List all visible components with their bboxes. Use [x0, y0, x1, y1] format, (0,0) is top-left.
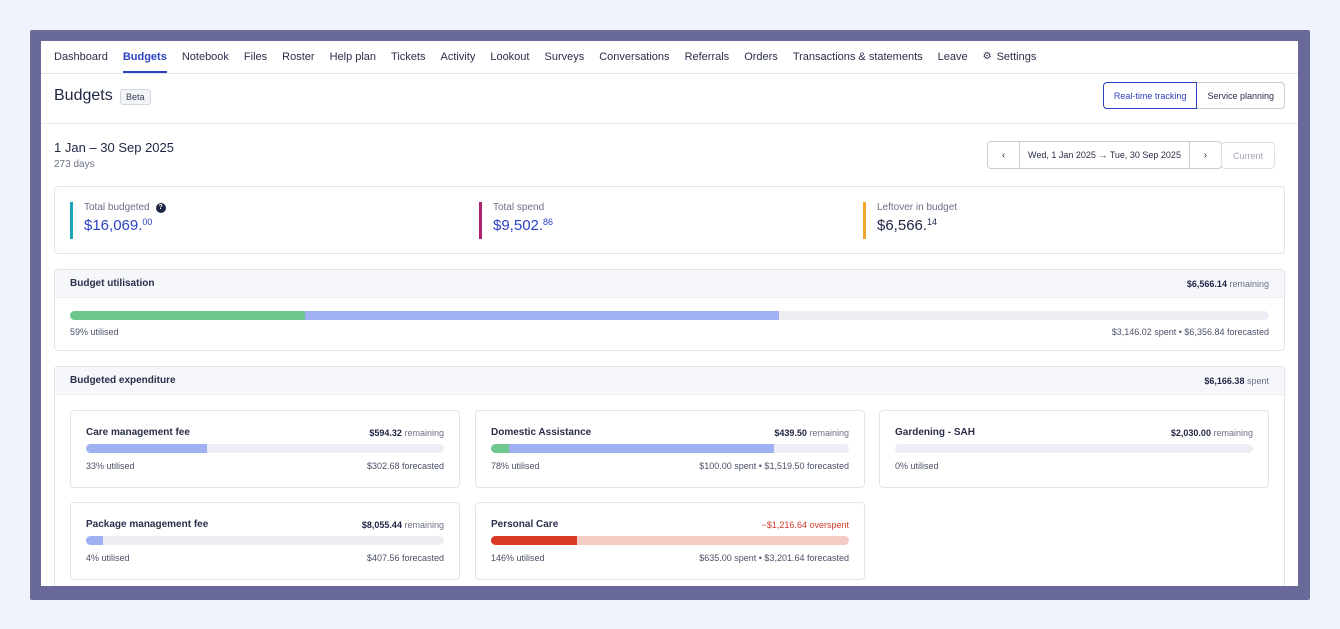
card-progress-bar — [491, 536, 849, 545]
budget-card[interactable]: Package management fee $8,055.44 remaini… — [70, 502, 460, 580]
page-header: Budgets Beta Real-time tracking Service … — [41, 74, 1298, 124]
total-budgeted-label: Total budgeted — [84, 202, 150, 213]
nav-files[interactable]: Files — [244, 41, 267, 73]
utilisation-percent: 59% utilised — [70, 327, 119, 337]
card-name: Gardening - SAH — [895, 427, 976, 438]
budget-utilisation-panel: Budget utilisation $6,566.14 remaining 5… — [54, 269, 1285, 351]
nav-budgets[interactable]: Budgets — [122, 41, 167, 73]
total-spend-label: Total spend — [493, 202, 545, 213]
period-heading: 1 Jan – 30 Sep 2025 273 days — [54, 140, 174, 170]
card-utilised: 4% utilised — [86, 553, 130, 563]
budgeted-expenditure-panel: Budgeted expenditure $6,166.38 spent Car… — [54, 366, 1285, 586]
total-spend-value: $9,502.86 — [493, 217, 554, 234]
card-name: Care management fee — [86, 427, 190, 438]
page-title: Budgets — [54, 87, 113, 104]
card-name: Package management fee — [86, 519, 209, 530]
utilisation-forecast-fill — [305, 311, 779, 320]
utilisation-spent-fill — [70, 311, 305, 320]
budget-card[interactable]: Gardening - SAH $2,030.00 remaining 0% u… — [879, 410, 1269, 488]
utilisation-title: Budget utilisation — [70, 278, 155, 289]
card-name: Domestic Assistance — [491, 427, 592, 438]
nav-roster[interactable]: Roster — [282, 41, 314, 73]
period-days: 273 days — [54, 159, 95, 170]
card-detail: $302.68 forecasted — [366, 461, 444, 471]
card-detail: $407.56 forecasted — [366, 553, 444, 563]
next-period-button[interactable]: › — [1190, 142, 1221, 168]
date-range-picker: ‹ Wed, 1 Jan 2025 → Tue, 30 Sep 2025 › — [987, 141, 1222, 169]
leftover-label: Leftover in budget — [877, 202, 958, 213]
nav-orders[interactable]: Orders — [744, 41, 778, 73]
nav-leave[interactable]: Leave — [938, 41, 968, 73]
nav-settings-label: Settings — [996, 50, 1037, 63]
service-planning-button[interactable]: Service planning — [1197, 82, 1285, 109]
prev-period-button[interactable]: ‹ — [988, 142, 1019, 168]
total-budgeted-value: $16,069.00 — [84, 217, 153, 234]
beta-badge: Beta — [120, 89, 151, 105]
utilisation-bar — [70, 311, 1269, 320]
chevron-left-icon: ‹ — [1001, 149, 1006, 161]
total-budgeted-stat: Total budgeted ? $16,069.00 — [70, 202, 166, 239]
card-amount: $594.32 remaining — [369, 428, 444, 438]
nav-notebook[interactable]: Notebook — [182, 41, 229, 73]
card-progress-bar — [86, 536, 444, 545]
expenditure-title: Budgeted expenditure — [70, 375, 176, 386]
date-range-label[interactable]: Wed, 1 Jan 2025 → Tue, 30 Sep 2025 — [1019, 142, 1190, 168]
help-icon[interactable]: ? — [155, 202, 166, 213]
nav-dashboard[interactable]: Dashboard — [54, 41, 108, 73]
card-utilised: 33% utilised — [86, 461, 135, 471]
nav-surveys[interactable]: Surveys — [544, 41, 584, 73]
utilisation-detail: $3,146.02 spent • $6,356.84 forecasted — [1111, 327, 1269, 337]
budget-summary: Total budgeted ? $16,069.00 Total spend … — [54, 186, 1285, 254]
nav-settings[interactable]: ⚙ Settings — [983, 41, 1037, 73]
card-utilised: 0% utilised — [895, 461, 939, 471]
gear-icon: ⚙ — [982, 51, 992, 62]
card-utilised: 146% utilised — [491, 553, 545, 563]
current-period-button[interactable]: Current — [1221, 142, 1275, 169]
budget-card[interactable]: Care management fee $594.32 remaining 33… — [70, 410, 460, 488]
card-detail: $100.00 spent • $1,519.50 forecasted — [699, 461, 849, 471]
utilisation-remaining: $6,566.14 remaining — [1186, 278, 1269, 289]
nav-lookout[interactable]: Lookout — [490, 41, 529, 73]
card-amount: −$1,216.64 overspent — [761, 520, 849, 530]
realtime-tracking-button[interactable]: Real-time tracking — [1102, 82, 1198, 109]
card-amount: $439.50 remaining — [774, 428, 849, 438]
total-spend-stat: Total spend $9,502.86 — [479, 202, 553, 239]
card-detail: $635.00 spent • $3,201.64 forecasted — [699, 553, 849, 563]
budget-card[interactable]: Personal Care −$1,216.64 overspent 146% … — [475, 502, 865, 580]
nav-transactions[interactable]: Transactions & statements — [793, 41, 923, 73]
card-name: Personal Care — [491, 519, 559, 530]
expenditure-spent: $6,166.38 spent — [1204, 375, 1269, 386]
card-progress-bar — [895, 444, 1253, 453]
nav-tickets[interactable]: Tickets — [391, 41, 425, 73]
nav-activity[interactable]: Activity — [440, 41, 475, 73]
card-progress-bar — [86, 444, 444, 453]
view-toggle: Real-time tracking Service planning — [1102, 82, 1285, 109]
card-amount: $2,030.00 remaining — [1170, 428, 1253, 438]
nav-help-plan[interactable]: Help plan — [330, 41, 376, 73]
leftover-value: $6,566.14 — [877, 217, 938, 234]
card-amount: $8,055.44 remaining — [361, 520, 444, 530]
window-frame: Dashboard Budgets Notebook Files Roster … — [30, 30, 1310, 600]
card-utilised: 78% utilised — [491, 461, 540, 471]
app-window: Dashboard Budgets Notebook Files Roster … — [41, 41, 1298, 586]
nav-referrals[interactable]: Referrals — [685, 41, 730, 73]
card-progress-bar — [491, 444, 849, 453]
top-nav: Dashboard Budgets Notebook Files Roster … — [41, 41, 1298, 74]
chevron-right-icon: › — [1203, 149, 1208, 161]
budget-card[interactable]: Domestic Assistance $439.50 remaining 78… — [475, 410, 865, 488]
nav-conversations[interactable]: Conversations — [599, 41, 669, 73]
leftover-stat: Leftover in budget $6,566.14 — [863, 202, 957, 239]
period-title: 1 Jan – 30 Sep 2025 — [54, 140, 174, 155]
